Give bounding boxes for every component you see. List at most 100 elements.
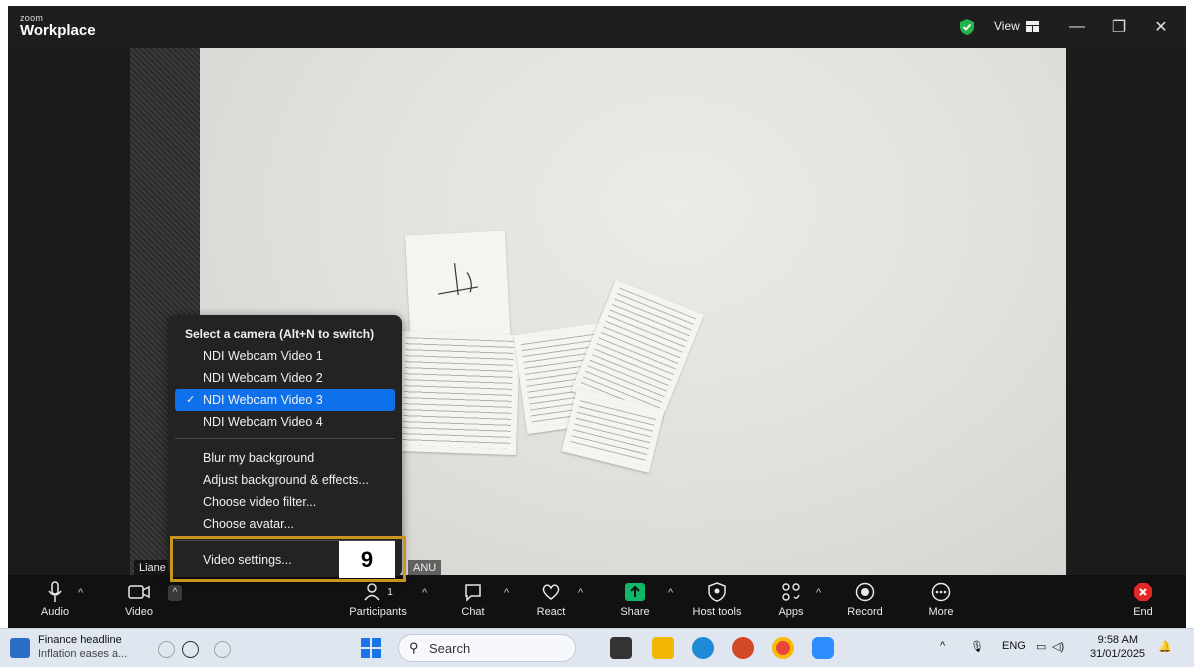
zoom-app-icon[interactable] — [812, 637, 834, 659]
clock-date: 31/01/2025 — [1090, 648, 1146, 660]
end-meeting-icon — [1134, 583, 1152, 601]
more-icon — [931, 582, 951, 602]
minimize-icon: — — [1069, 18, 1085, 35]
option-label: Adjust background & effects... — [203, 473, 369, 487]
participant-name-tag: Liane — [134, 560, 171, 576]
record-icon — [855, 582, 875, 602]
chrome-browser-icon[interactable] — [772, 637, 794, 659]
meeting-toolbar: Audio ^ Video ^ 1 Participants ^ Chat ^ … — [8, 575, 1186, 628]
react-caret[interactable]: ^ — [578, 587, 583, 599]
audio-button[interactable]: Audio — [20, 580, 90, 618]
camera-option-4[interactable]: NDI Webcam Video 4 — [175, 411, 395, 433]
chat-button[interactable]: Chat — [438, 580, 508, 618]
participants-button[interactable]: 1 Participants — [338, 580, 418, 618]
menu-divider — [175, 438, 395, 439]
restore-icon: ❐ — [1111, 19, 1127, 36]
news-widget-icon[interactable] — [10, 638, 30, 658]
camera-option-1[interactable]: NDI Webcam Video 1 — [175, 345, 395, 367]
more-label: More — [928, 606, 954, 618]
apps-caret[interactable]: ^ — [816, 587, 821, 599]
apps-label: Apps — [778, 606, 804, 618]
file-explorer-icon[interactable] — [652, 637, 674, 659]
blur-background-option[interactable]: Blur my background — [175, 447, 395, 469]
choose-avatar-option[interactable]: Choose avatar... — [175, 513, 395, 535]
participants-caret[interactable]: ^ — [422, 587, 427, 599]
news-subtext[interactable]: Inflation eases a... — [38, 648, 127, 660]
checkmark-icon: ✓ — [186, 394, 196, 406]
video-options-caret[interactable]: ^ — [168, 585, 182, 601]
search-icon: ⚲ — [409, 640, 419, 655]
paper-sheet-2 — [395, 330, 521, 456]
share-caret[interactable]: ^ — [668, 587, 673, 599]
windows-start-icon[interactable] — [361, 638, 381, 658]
video-button[interactable]: Video — [104, 580, 174, 618]
title-bar: zoom Workplace View — ❐ ✕ — [8, 6, 1186, 48]
audio-options-caret[interactable]: ^ — [78, 587, 83, 599]
react-button[interactable]: React — [516, 580, 586, 618]
chat-icon — [465, 584, 481, 602]
brand-title: Workplace — [20, 22, 96, 39]
camera-option-3[interactable]: ✓ NDI Webcam Video 3 — [175, 389, 395, 411]
windows-taskbar: Finance headline Inflation eases a... ⚲ … — [0, 628, 1194, 667]
apps-button[interactable]: Apps — [756, 580, 826, 618]
clock-time: 9:58 AM — [1097, 634, 1138, 646]
microphone-icon — [48, 581, 62, 602]
adjust-background-option[interactable]: Adjust background & effects... — [175, 469, 395, 491]
search-placeholder: Search — [429, 641, 471, 656]
volume-icon[interactable]: ◁) — [1052, 640, 1064, 653]
minimize-button[interactable]: — — [1064, 15, 1090, 39]
more-button[interactable]: More — [906, 580, 976, 618]
task-view-icon[interactable] — [610, 637, 632, 659]
option-label: Choose avatar... — [203, 517, 295, 531]
news-headline[interactable]: Finance headline — [38, 634, 122, 646]
video-label: Video — [125, 606, 153, 618]
host-tools-label: Host tools — [692, 606, 742, 618]
audio-label: Audio — [40, 606, 70, 618]
step-badge: 9 — [339, 541, 395, 578]
end-button[interactable]: End — [1108, 580, 1178, 618]
share-screen-icon — [625, 583, 645, 601]
close-window-button[interactable]: ✕ — [1148, 15, 1174, 39]
taskbar-search-box[interactable]: ⚲ Search — [398, 634, 576, 662]
participant-name-tag-2: ANU — [408, 560, 442, 576]
menu-title: Select a camera (Alt+N to switch) — [185, 327, 375, 341]
camera-option-label: NDI Webcam Video 4 — [203, 415, 323, 429]
ghost-camera-icon — [182, 641, 199, 658]
language-indicator[interactable]: ENG — [1002, 640, 1026, 652]
participants-label: Participants — [349, 606, 407, 618]
video-filter-option[interactable]: Choose video filter... — [175, 491, 395, 513]
network-icon[interactable]: ▭ — [1036, 640, 1046, 653]
grid-view-icon — [1025, 20, 1039, 32]
chat-label: Chat — [461, 606, 485, 618]
camera-option-2[interactable]: NDI Webcam Video 2 — [175, 367, 395, 389]
record-button[interactable]: Record — [830, 580, 900, 618]
share-button[interactable]: Share — [600, 580, 670, 618]
camera-option-label: NDI Webcam Video 3 — [203, 393, 323, 407]
tray-mic-icon[interactable]: 🎙 — [970, 640, 984, 653]
chat-caret[interactable]: ^ — [504, 587, 509, 599]
host-tools-shield-icon — [708, 582, 726, 602]
notification-bell-icon[interactable]: 🔔 — [1158, 640, 1172, 653]
record-label: Record — [847, 606, 883, 618]
tray-overflow-icon[interactable]: ^ — [940, 640, 945, 652]
end-label: End — [1133, 606, 1153, 618]
encryption-shield-icon[interactable] — [959, 18, 975, 36]
camera-option-label: NDI Webcam Video 1 — [203, 349, 323, 363]
close-icon: ✕ — [1154, 19, 1168, 36]
option-label: Blur my background — [203, 451, 315, 465]
view-button[interactable]: View — [994, 19, 1039, 33]
edge-browser-icon[interactable] — [692, 637, 714, 659]
option-label: Choose video filter... — [203, 495, 317, 509]
system-clock[interactable]: 9:58 AM 31/01/2025 — [1090, 633, 1146, 661]
share-label: Share — [620, 606, 650, 618]
camera-icon — [128, 585, 150, 599]
powerpoint-icon[interactable] — [732, 637, 754, 659]
host-tools-button[interactable]: Host tools — [682, 580, 752, 618]
restore-button[interactable]: ❐ — [1106, 15, 1132, 39]
ghost-mic-icon — [158, 641, 175, 658]
ghost-more-icon — [214, 641, 231, 658]
react-label: React — [536, 606, 566, 618]
apps-icon — [782, 583, 800, 601]
heart-icon — [542, 584, 560, 600]
view-label: View — [994, 19, 1020, 33]
